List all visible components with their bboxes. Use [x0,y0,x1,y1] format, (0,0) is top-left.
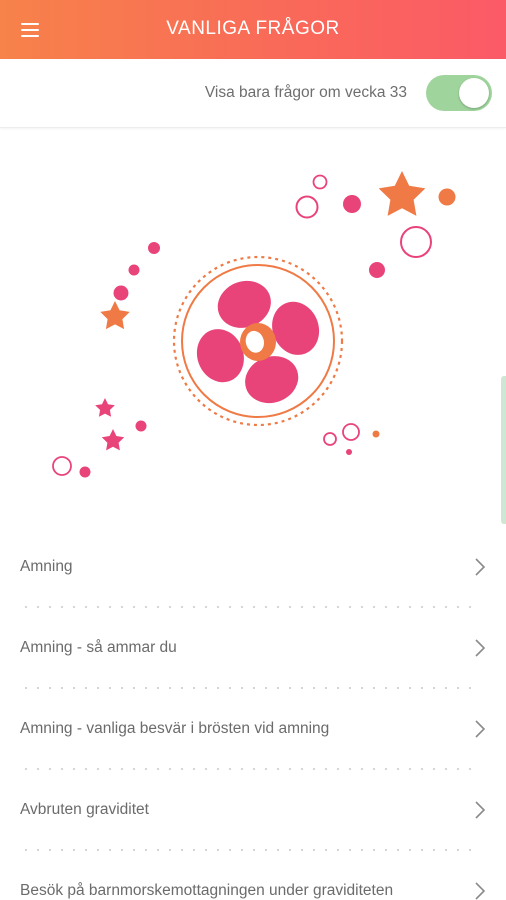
ring [323,432,337,446]
week-filter-label: Visa bara frågor om vecka 33 [204,84,407,101]
faq-item-label: Besök på barnmorskemottagningen under gr… [20,882,394,899]
dot [128,264,140,276]
faq-item-amning-vanliga-besvar[interactable]: Amning - vanliga besvär i brösten vid am… [0,689,506,770]
faq-item-label: Amning [20,558,73,575]
toggle-knob [459,78,489,108]
faq-item-amning[interactable]: Amning [0,527,506,608]
star-icon [95,398,115,417]
dot [113,285,129,301]
week-filter-toggle[interactable] [426,75,492,111]
ring [52,456,72,476]
chevron-right-icon [475,720,486,738]
dot [369,262,385,278]
flower-icon [196,280,320,404]
dot [372,430,380,438]
faq-item-amning-sa-ammar-du[interactable]: Amning - så ammar du [0,608,506,689]
dot [135,420,147,432]
faq-item-label: Amning - vanliga besvär i brösten vid am… [20,720,330,737]
chevron-right-icon [475,882,486,900]
star-icon [101,429,125,451]
chevron-right-icon [475,801,486,819]
dot [343,195,361,213]
ring [295,195,319,219]
star-icon [378,171,426,216]
ring [400,226,432,258]
faq-item-besok-barnmorskemottagningen[interactable]: Besök på barnmorskemottagningen under gr… [0,851,506,900]
chevron-right-icon [475,558,486,576]
faq-item-label: Avbruten graviditet [20,801,149,818]
dot [79,466,91,478]
page-title: VANLIGA FRÅGOR [166,18,340,39]
hero-illustration [0,128,506,530]
dot [148,242,160,254]
faq-item-label: Amning - så ammar du [20,639,177,656]
faq-item-avbruten-graviditet[interactable]: Avbruten graviditet [0,770,506,851]
scrollbar[interactable] [501,376,506,524]
faq-list: Amning Amning - så ammar du Amning - van… [0,527,506,900]
week-filter-bar: Visa bara frågor om vecka 33 [0,59,506,128]
dot [346,449,352,455]
app-header: VANLIGA FRÅGOR [0,0,506,59]
ring [312,174,328,190]
dot [438,188,456,206]
chevron-right-icon [475,639,486,657]
app-screen: VANLIGA FRÅGOR Visa bara frågor om vecka… [0,0,506,900]
star-icon [100,301,130,330]
ring [342,423,360,441]
